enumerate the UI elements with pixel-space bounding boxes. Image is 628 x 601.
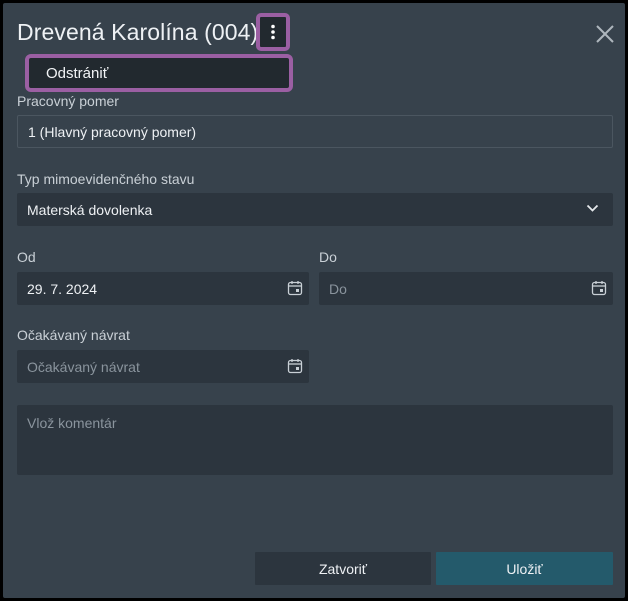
menu-item-delete[interactable]: Odstrániť [25, 54, 293, 92]
expected-return-input[interactable]: Očakávaný návrat [17, 350, 309, 383]
to-label: Do [319, 249, 337, 265]
close-icon [596, 25, 614, 43]
employment-field[interactable]: 1 (Hlavný pracovný pomer) [17, 115, 613, 148]
status-type-label: Typ mimoevidenčného stavu [17, 171, 195, 187]
from-label: Od [17, 249, 36, 265]
to-date-input[interactable]: Do [319, 272, 613, 305]
close-dialog-label: Zatvoriť [318, 560, 368, 577]
chevron-down-icon [586, 204, 599, 212]
menu-item-delete-label: Odstrániť [46, 64, 109, 82]
comment-textarea[interactable]: Vlož komentár [17, 405, 613, 475]
kebab-vertical-icon [271, 24, 275, 40]
more-options-button[interactable] [256, 13, 290, 51]
status-type-select[interactable]: Materská dovolenka [17, 193, 613, 226]
calendar-icon[interactable] [591, 280, 607, 296]
close-button[interactable] [594, 23, 616, 45]
calendar-icon[interactable] [287, 358, 303, 374]
dialog: Drevená Karolína (004) Odstrániť Pracovn… [3, 3, 625, 598]
employment-label: Pracovný pomer [17, 93, 119, 109]
to-date-placeholder: Do [329, 280, 347, 297]
from-date-value: 29. 7. 2024 [27, 280, 98, 297]
employment-value: 1 (Hlavný pracovný pomer) [28, 123, 197, 140]
status-type-value: Materská dovolenka [27, 201, 153, 218]
close-dialog-button[interactable]: Zatvoriť [255, 552, 431, 585]
expected-return-placeholder: Očakávaný návrat [27, 358, 140, 375]
dialog-title: Drevená Karolína (004) [17, 19, 259, 45]
save-label: Uložiť [506, 560, 543, 577]
save-button[interactable]: Uložiť [436, 552, 613, 585]
calendar-icon[interactable] [287, 280, 303, 296]
from-date-input[interactable]: 29. 7. 2024 [17, 272, 309, 305]
expected-return-label: Očakávaný návrat [17, 327, 130, 343]
comment-placeholder: Vlož komentár [27, 415, 117, 431]
